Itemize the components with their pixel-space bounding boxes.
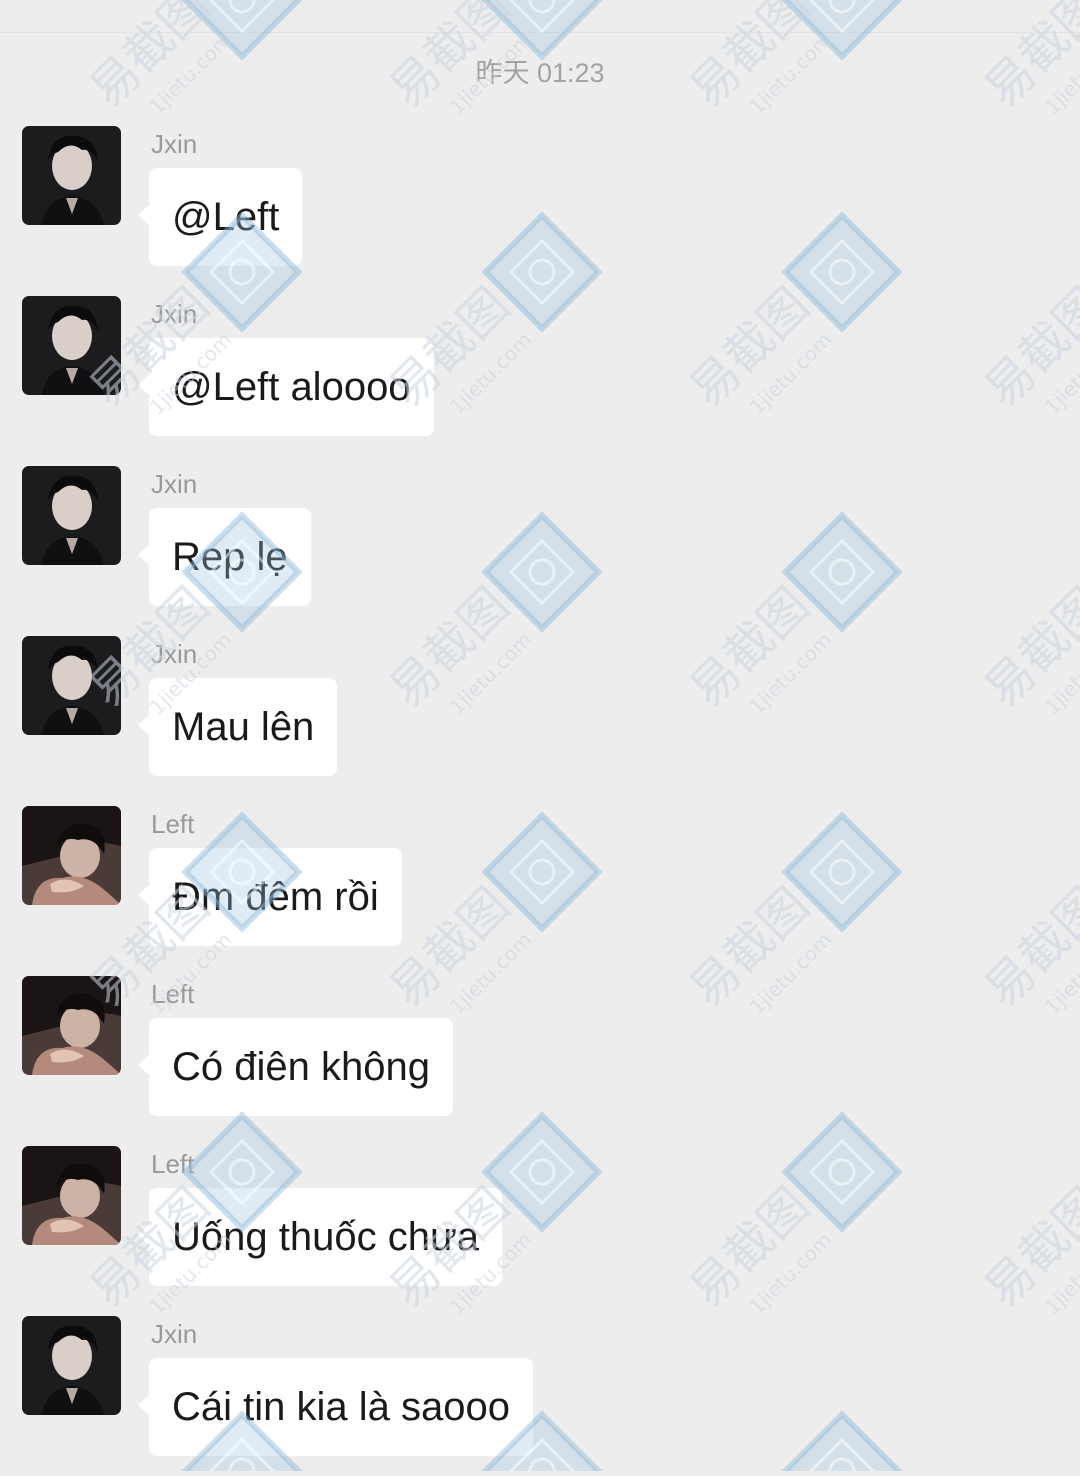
message-row: Jxin Rep lẹ <box>0 466 1080 626</box>
message-row: Left Uống thuốc chưa <box>0 1146 1080 1306</box>
message-row: Jxin @Left <box>0 126 1080 286</box>
message-bubble[interactable]: @Left <box>137 168 303 266</box>
message-row: Jxin Mau lên <box>0 636 1080 796</box>
sender-name: Jxin <box>151 638 197 670</box>
jxin-avatar[interactable] <box>22 636 121 735</box>
sender-name: Left <box>151 1149 195 1179</box>
message-bubble[interactable]: Rep lẹ <box>138 508 311 606</box>
message-row: Left Đm đêm rồi <box>0 806 1080 966</box>
left-avatar[interactable] <box>22 976 121 1075</box>
message-bubble[interactable]: Cái tin kia là saooo <box>138 1358 533 1456</box>
sender-name: Jxin <box>151 1319 198 1349</box>
message-row: Left Có điên không <box>0 976 1080 1136</box>
jxin-avatar[interactable] <box>22 466 121 565</box>
watermark-logo-icon <box>485 0 598 57</box>
left-avatar[interactable] <box>22 806 121 905</box>
jxin-avatar[interactable] <box>22 1316 121 1415</box>
sender-name: Jxin <box>151 129 198 159</box>
message-bubble[interactable]: Mau lên <box>137 678 338 776</box>
jxin-avatar[interactable] <box>22 126 121 225</box>
chat-timestamp: 昨天 01:23 <box>475 58 605 88</box>
left-avatar[interactable] <box>22 1146 121 1245</box>
sender-name: Jxin <box>151 469 198 499</box>
sender-name: Left <box>151 978 194 1010</box>
message-bubble[interactable]: Có điên không <box>138 1018 453 1116</box>
message-bubble[interactable]: @Left aloooo <box>138 338 434 436</box>
message-bubble[interactable]: Uống thuốc chưa <box>138 1188 502 1286</box>
sender-name: Jxin <box>151 298 197 330</box>
message-row: Jxin Cái tin kia là saooo <box>0 1316 1080 1476</box>
sender-name: Left <box>151 809 195 839</box>
message-row: Jxin @Left aloooo <box>0 296 1080 456</box>
watermark-logo-icon <box>785 0 898 57</box>
watermark-logo-icon <box>185 0 298 57</box>
top-divider <box>0 32 1080 33</box>
message-bubble[interactable]: Đm đêm rồi <box>138 848 402 946</box>
jxin-avatar[interactable] <box>22 296 121 395</box>
